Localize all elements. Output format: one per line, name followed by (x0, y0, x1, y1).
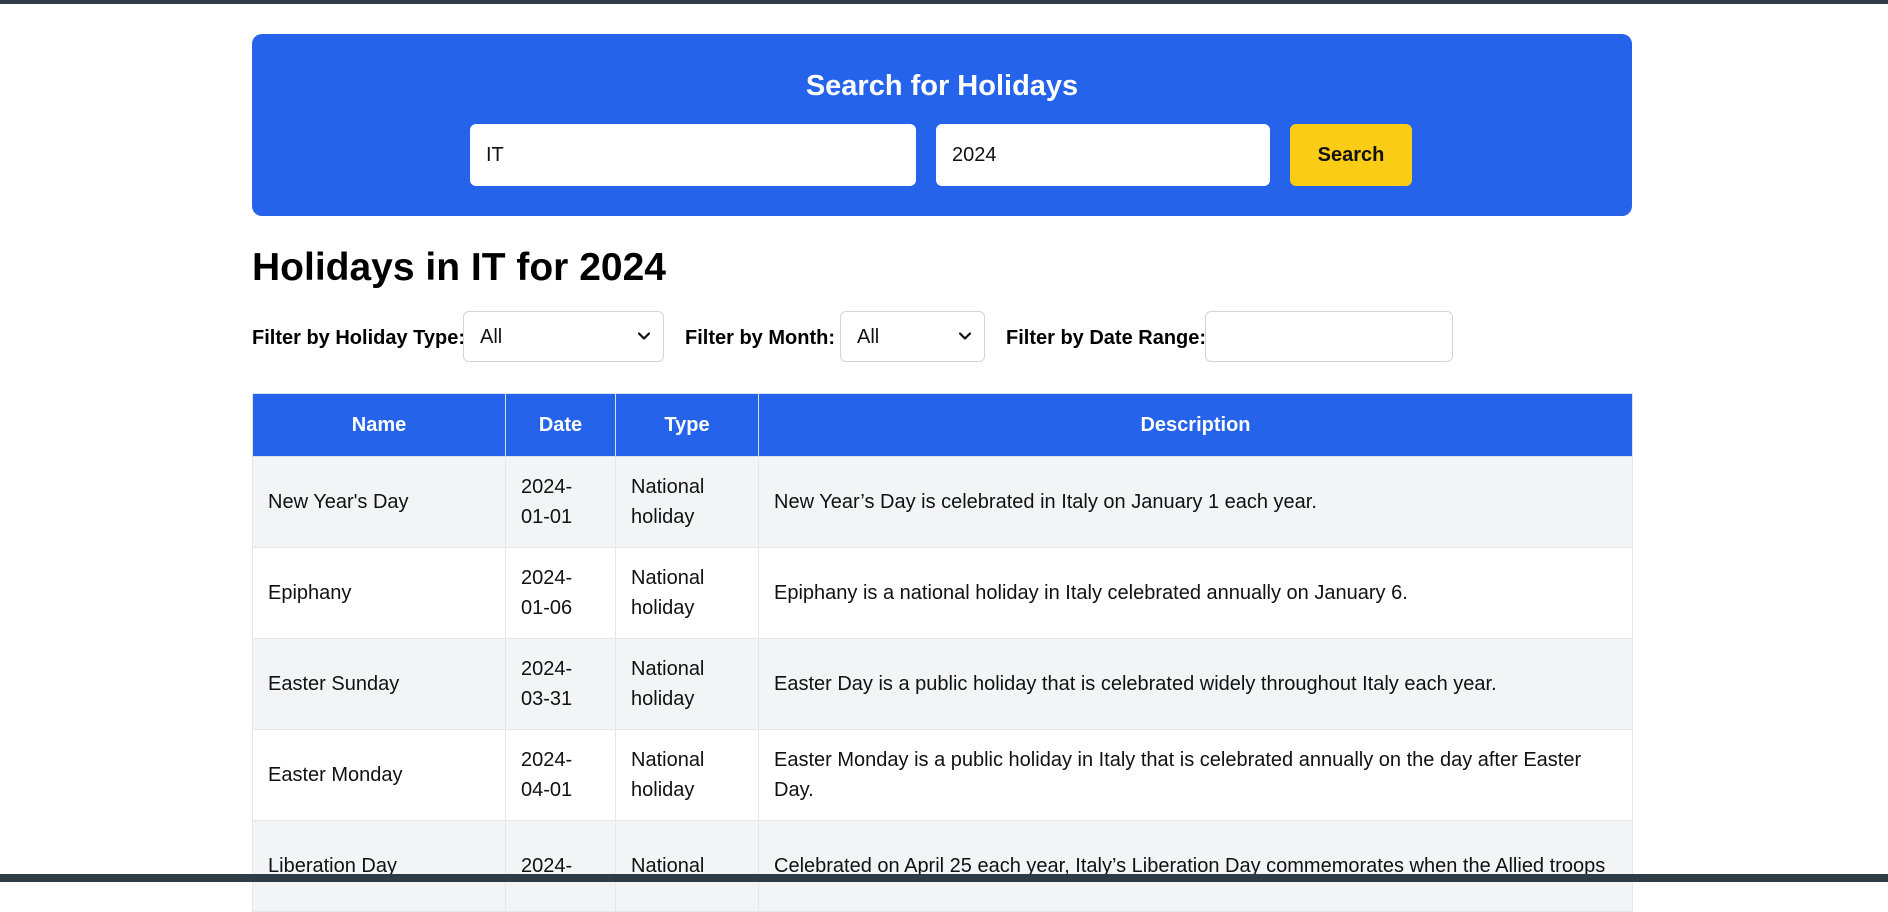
holiday-name-cell: Epiphany (252, 547, 506, 639)
holiday-type-cell: National (615, 820, 759, 912)
date-range-input[interactable] (1205, 311, 1453, 362)
holiday-date-cell: 2024-03-31 (505, 638, 616, 730)
search-button[interactable]: Search (1290, 124, 1412, 186)
table-row: Easter Sunday 2024-03-31 National holida… (252, 638, 1633, 730)
holiday-description-cell: Celebrated on April 25 each year, Italy’… (758, 820, 1633, 912)
holiday-date-cell: 2024-04-01 (505, 729, 616, 821)
holiday-description-cell: New Year’s Day is celebrated in Italy on… (758, 456, 1633, 548)
holiday-description-cell: Easter Monday is a public holiday in Ita… (758, 729, 1633, 821)
column-header-date: Date (505, 393, 616, 457)
holiday-date-cell: 2024-01-01 (505, 456, 616, 548)
holiday-type-filter-label: Filter by Holiday Type: (252, 327, 465, 349)
table-row: Liberation Day 2024- National Celebrated… (252, 820, 1633, 912)
chevron-down-icon (637, 332, 651, 340)
holiday-type-cell: National holiday (615, 456, 759, 548)
holiday-description-cell: Easter Day is a public holiday that is c… (758, 638, 1633, 730)
holidays-table: Name Date Type Description New Year's Da… (252, 393, 1633, 912)
month-select[interactable]: All (840, 311, 985, 362)
table-header-row: Name Date Type Description (252, 393, 1633, 457)
column-header-description: Description (758, 393, 1633, 457)
holiday-type-cell: National holiday (615, 638, 759, 730)
month-selected-value: All (857, 326, 880, 348)
table-row: Epiphany 2024-01-06 National holiday Epi… (252, 547, 1633, 639)
date-range-filter-label: Filter by Date Range: (1006, 327, 1207, 349)
year-input[interactable] (936, 124, 1270, 186)
holiday-type-cell: National holiday (615, 547, 759, 639)
holiday-description-cell: Epiphany is a national holiday in Italy … (758, 547, 1633, 639)
results-heading: Holidays in IT for 2024 (252, 246, 666, 289)
holiday-type-selected-value: All (480, 326, 503, 348)
table-row: New Year's Day 2024-01-01 National holid… (252, 456, 1633, 548)
holiday-type-select[interactable]: All (463, 311, 664, 362)
search-title: Search for Holidays (805, 70, 1079, 102)
holiday-name-cell: Easter Sunday (252, 638, 506, 730)
country-input[interactable] (470, 124, 916, 186)
holiday-date-cell: 2024-01-06 (505, 547, 616, 639)
column-header-type: Type (615, 393, 759, 457)
holiday-date-cell: 2024- (505, 820, 616, 912)
chevron-down-icon (958, 332, 972, 340)
holiday-type-cell: National holiday (615, 729, 759, 821)
table-row: Easter Monday 2024-04-01 National holida… (252, 729, 1633, 821)
holiday-name-cell: New Year's Day (252, 456, 506, 548)
browser-top-edge (0, 0, 1888, 4)
search-panel: Search for Holidays Search (252, 34, 1632, 216)
taskbar-edge (0, 874, 1888, 882)
holiday-name-cell: Easter Monday (252, 729, 506, 821)
holiday-name-cell: Liberation Day (252, 820, 506, 912)
column-header-name: Name (252, 393, 506, 457)
month-filter-label: Filter by Month: (685, 327, 835, 349)
